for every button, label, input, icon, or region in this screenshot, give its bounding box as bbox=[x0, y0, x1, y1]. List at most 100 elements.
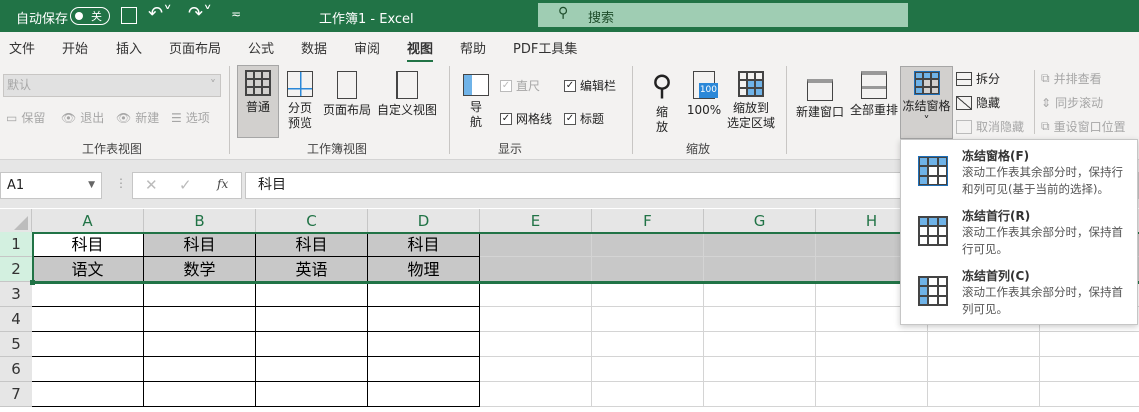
cell[interactable] bbox=[144, 307, 256, 332]
cell[interactable] bbox=[592, 307, 704, 332]
tab-formulas[interactable]: 公式 bbox=[248, 38, 274, 57]
new-sheet-view-button[interactable]: 👁 新建 bbox=[116, 109, 159, 126]
column-header[interactable]: D bbox=[368, 209, 480, 233]
tab-view[interactable]: 视图 bbox=[407, 38, 434, 63]
row-header[interactable]: 6 bbox=[0, 357, 32, 382]
cell[interactable] bbox=[144, 332, 256, 357]
cell[interactable] bbox=[928, 332, 1040, 357]
cell[interactable] bbox=[368, 382, 480, 407]
row-header[interactable]: 4 bbox=[0, 307, 32, 332]
row-header[interactable]: 3 bbox=[0, 282, 32, 307]
sheet-view-dropdown[interactable]: 默认 ˅ bbox=[3, 74, 221, 97]
tab-data[interactable]: 数据 bbox=[301, 38, 327, 57]
exit-button[interactable]: 👁 退出 bbox=[61, 109, 104, 126]
cell[interactable] bbox=[32, 282, 144, 307]
fill-handle[interactable] bbox=[30, 280, 35, 285]
column-header[interactable]: C bbox=[256, 209, 368, 233]
cell[interactable] bbox=[816, 357, 928, 382]
cancel-icon[interactable]: ✕ bbox=[145, 176, 158, 194]
row-header[interactable]: 5 bbox=[0, 332, 32, 357]
cell[interactable] bbox=[704, 382, 816, 407]
synchronous-scrolling-button[interactable]: ⇕ 同步滚动 bbox=[1041, 94, 1103, 111]
normal-view-button[interactable]: 普通 bbox=[237, 65, 279, 138]
cell[interactable] bbox=[816, 332, 928, 357]
cell[interactable] bbox=[928, 357, 1040, 382]
cell[interactable] bbox=[32, 357, 144, 382]
cell[interactable] bbox=[368, 332, 480, 357]
cell[interactable] bbox=[256, 307, 368, 332]
cell[interactable] bbox=[144, 357, 256, 382]
arrange-all-button[interactable]: 全部重排 bbox=[848, 66, 900, 118]
cell[interactable] bbox=[480, 332, 592, 357]
cell[interactable] bbox=[256, 282, 368, 307]
column-header[interactable]: F bbox=[592, 209, 704, 233]
cell[interactable] bbox=[368, 357, 480, 382]
cell[interactable] bbox=[592, 357, 704, 382]
cell[interactable] bbox=[368, 282, 480, 307]
cell[interactable] bbox=[592, 282, 704, 307]
menu-item-freeze-panes[interactable]: 冻结窗格(F) 滚动工作表其余部分时，保持行和列可见(基于当前的选择)。 bbox=[901, 142, 1137, 202]
row-header[interactable]: 1 bbox=[0, 232, 32, 257]
autosave-toggle[interactable]: 关 bbox=[70, 7, 110, 25]
cell[interactable] bbox=[480, 382, 592, 407]
customize-toolbar-icon[interactable]: ≂ bbox=[231, 7, 241, 21]
options-button[interactable]: ☰ 选项 bbox=[171, 109, 210, 126]
zoom-to-selection-button[interactable]: 缩放到 选定区域 bbox=[724, 66, 778, 131]
cell[interactable] bbox=[1040, 382, 1139, 407]
keep-button[interactable]: ▭ 保留 bbox=[6, 109, 45, 126]
hide-button[interactable]: 隐藏 bbox=[956, 94, 1000, 111]
cell[interactable] bbox=[144, 282, 256, 307]
navigation-button[interactable]: 导航 bbox=[461, 66, 491, 130]
gridlines-checkbox[interactable]: ✓ 网格线 bbox=[500, 110, 552, 127]
tab-review[interactable]: 审阅 bbox=[354, 38, 380, 57]
cell[interactable] bbox=[256, 382, 368, 407]
cell[interactable] bbox=[704, 307, 816, 332]
tab-help[interactable]: 帮助 bbox=[460, 38, 486, 57]
name-box[interactable]: A1 ▼ bbox=[0, 172, 102, 199]
save-icon[interactable] bbox=[121, 7, 137, 24]
tab-pdf-tools[interactable]: PDF工具集 bbox=[513, 38, 577, 57]
cell[interactable] bbox=[704, 282, 816, 307]
row-header[interactable]: 2 bbox=[0, 257, 32, 282]
page-layout-button[interactable]: 页面布局 bbox=[321, 66, 373, 118]
page-break-preview-button[interactable]: 分页 预览 bbox=[283, 66, 317, 131]
reset-window-position-button[interactable]: ⧉ 重设窗口位置 bbox=[1041, 118, 1126, 135]
cell[interactable] bbox=[592, 382, 704, 407]
freeze-panes-button[interactable]: 冻结窗格 ˅ bbox=[900, 66, 953, 139]
column-header[interactable]: A bbox=[32, 209, 144, 233]
select-all-corner[interactable] bbox=[0, 209, 32, 233]
cell[interactable] bbox=[32, 332, 144, 357]
custom-views-button[interactable]: 自定义视图 bbox=[375, 66, 439, 118]
cell[interactable] bbox=[592, 332, 704, 357]
cell[interactable] bbox=[480, 282, 592, 307]
cell[interactable] bbox=[1040, 357, 1139, 382]
headings-checkbox[interactable]: ✓ 标题 bbox=[564, 110, 604, 127]
search-box[interactable]: ⚲ 搜索 bbox=[538, 3, 908, 27]
column-header[interactable]: G bbox=[704, 209, 816, 233]
menu-item-freeze-first-column[interactable]: 冻结首列(C) 滚动工作表其余部分时，保持首列可见。 bbox=[901, 262, 1137, 322]
cell[interactable] bbox=[704, 357, 816, 382]
cell[interactable] bbox=[928, 382, 1040, 407]
cell[interactable] bbox=[256, 332, 368, 357]
cell[interactable] bbox=[32, 307, 144, 332]
cell[interactable] bbox=[368, 307, 480, 332]
cell[interactable] bbox=[816, 382, 928, 407]
cell[interactable] bbox=[480, 307, 592, 332]
redo-icon[interactable]: ↷˅ bbox=[188, 3, 212, 24]
undo-icon[interactable]: ↶˅ bbox=[148, 3, 172, 24]
zoom-100-button[interactable]: 100 100% bbox=[686, 66, 722, 118]
cell[interactable] bbox=[1040, 332, 1139, 357]
tab-page-layout[interactable]: 页面布局 bbox=[169, 38, 221, 57]
cell[interactable] bbox=[32, 382, 144, 407]
tab-file[interactable]: 文件 bbox=[9, 38, 35, 57]
tab-insert[interactable]: 插入 bbox=[116, 38, 142, 57]
insert-function-icon[interactable]: fx bbox=[217, 177, 228, 191]
enter-icon[interactable]: ✓ bbox=[179, 176, 192, 194]
column-header[interactable]: E bbox=[480, 209, 592, 233]
cell[interactable] bbox=[256, 357, 368, 382]
ruler-checkbox[interactable]: ✓ 直尺 bbox=[500, 77, 540, 94]
menu-item-freeze-top-row[interactable]: 冻结首行(R) 滚动工作表其余部分时，保持首行可见。 bbox=[901, 202, 1137, 262]
cell[interactable] bbox=[480, 357, 592, 382]
cell[interactable] bbox=[704, 332, 816, 357]
split-button[interactable]: 拆分 bbox=[956, 70, 1000, 87]
